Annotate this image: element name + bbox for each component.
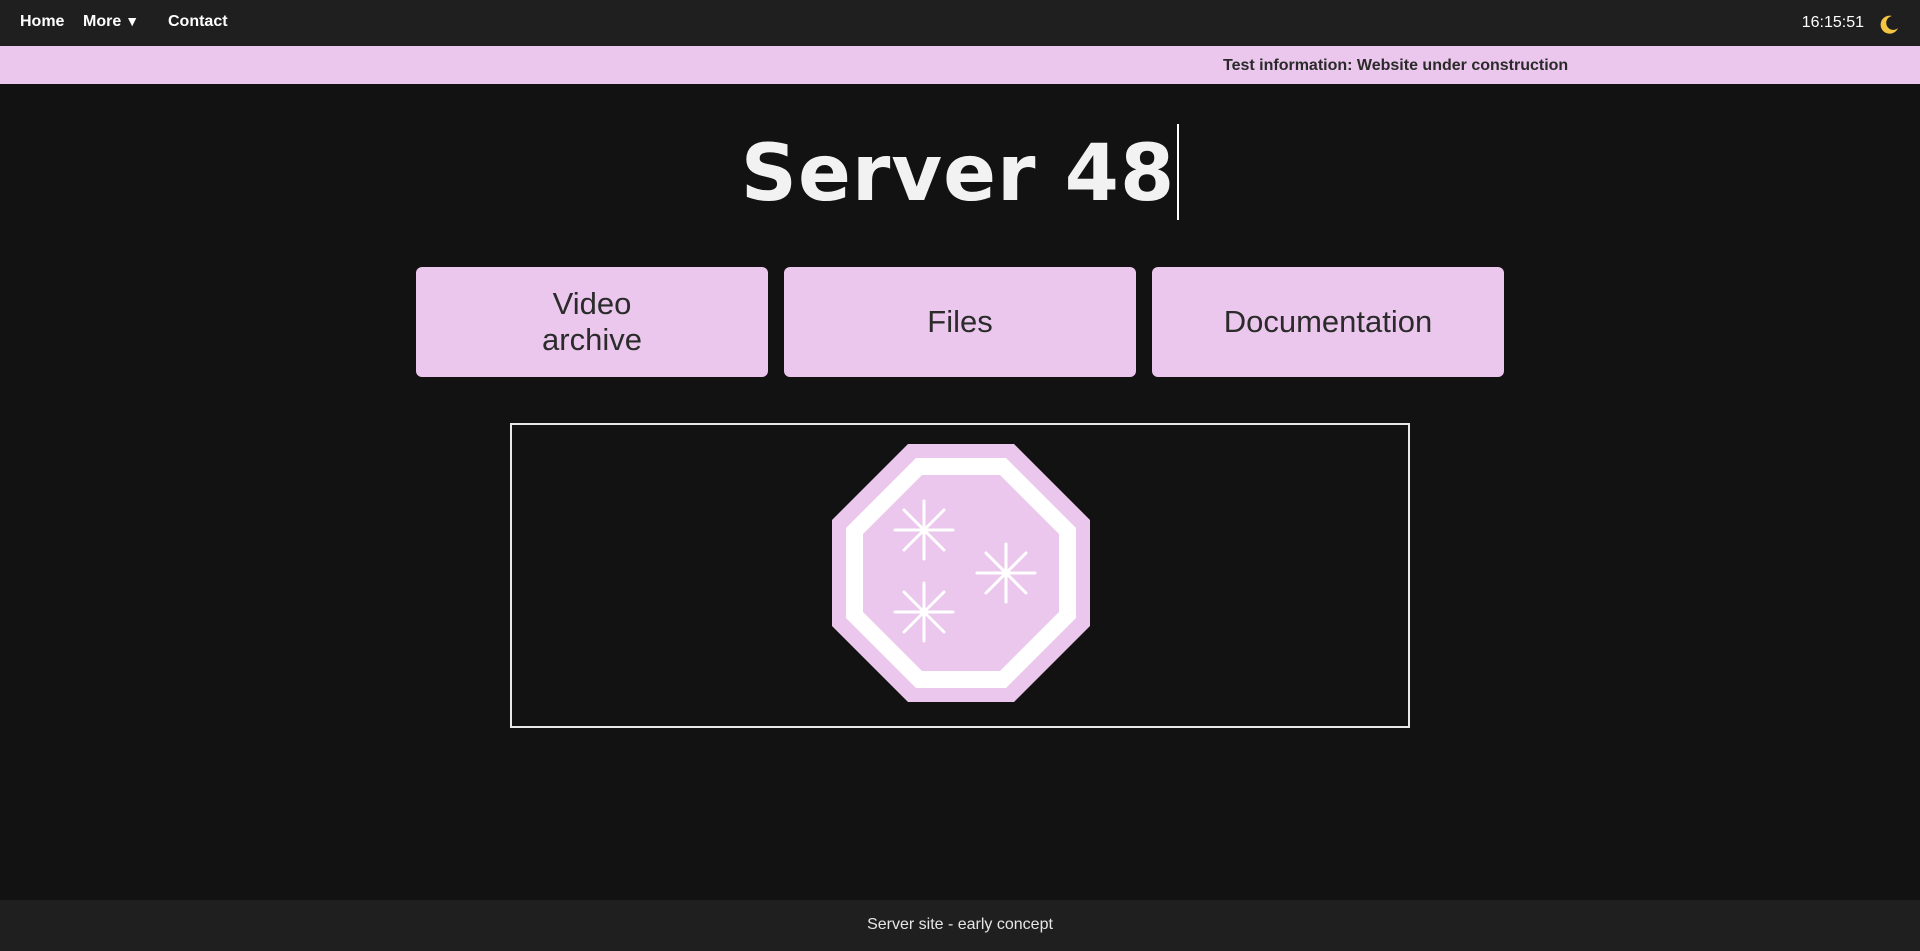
video-archive-label: Video archive (542, 286, 642, 357)
files-button[interactable]: Files (784, 267, 1136, 377)
top-navbar: Home More ▼ Contact 16:15:51 (0, 0, 1920, 46)
logo-frame (510, 423, 1410, 728)
page-title-text: Server 48 (740, 129, 1176, 219)
footer: Server site - early concept (0, 900, 1920, 951)
clock: 16:15:51 (1801, 14, 1864, 31)
chevron-down-icon: ▼ (125, 13, 140, 29)
footer-text: Server site - early concept (867, 916, 1053, 933)
nav-more-dropdown[interactable]: More ▼ (83, 13, 139, 31)
documentation-button[interactable]: Documentation (1152, 267, 1504, 377)
moon-icon[interactable] (1878, 13, 1900, 35)
nav-home-link[interactable]: Home (20, 13, 64, 31)
nav-more-label: More (83, 13, 122, 30)
construction-banner: Test information: Website under construc… (0, 46, 1920, 84)
octagon-sparkle-logo-icon (832, 444, 1090, 702)
text-cursor (1177, 124, 1180, 220)
page-title: Server 48 (0, 124, 1920, 224)
documentation-label: Documentation (1223, 304, 1433, 339)
banner-text: Test information: Website under construc… (1223, 57, 1569, 74)
nav-contact-link[interactable]: Contact (168, 13, 228, 31)
video-archive-button[interactable]: Video archive (416, 267, 768, 377)
files-label: Files (927, 304, 993, 339)
